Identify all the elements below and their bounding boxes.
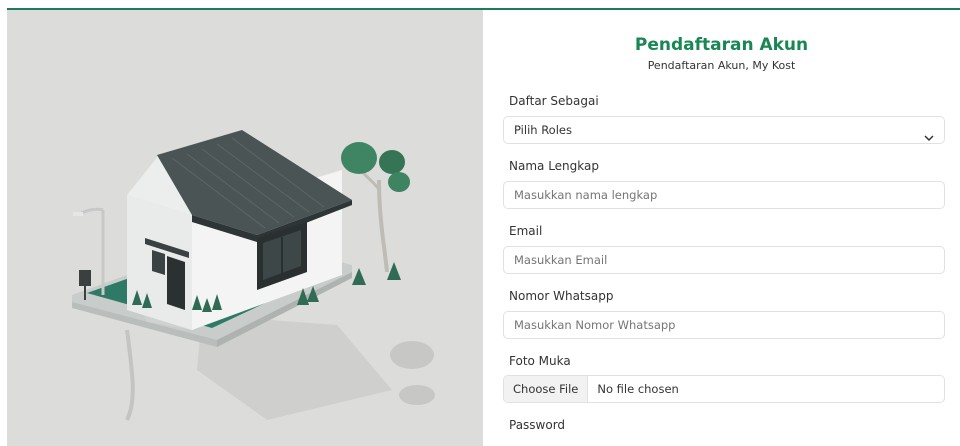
role-select-value: Pilih Roles	[514, 123, 572, 137]
password-label: Password	[509, 418, 566, 432]
role-select[interactable]: Pilih Roles	[503, 116, 945, 144]
name-label: Nama Lengkap	[509, 159, 599, 173]
house-illustration-panel	[7, 10, 483, 446]
photo-file-input[interactable]: Choose File No file chosen	[503, 375, 945, 403]
registration-form-panel: Pendaftaran Akun Pendaftaran Akun, My Ko…	[483, 10, 960, 446]
photo-label: Foto Muka	[509, 354, 571, 368]
chevron-down-icon	[924, 125, 934, 151]
form-title: Pendaftaran Akun	[634, 35, 809, 55]
role-label: Daftar Sebagai	[509, 94, 599, 108]
house-illustration	[72, 130, 435, 421]
whatsapp-input[interactable]	[503, 311, 945, 339]
email-input[interactable]	[503, 246, 945, 274]
page-wrapper: Pendaftaran Akun Pendaftaran Akun, My Ko…	[7, 10, 960, 446]
file-status: No file chosen	[597, 382, 679, 396]
form-subtitle: Pendaftaran Akun, My Kost	[647, 59, 796, 72]
email-label: Email	[509, 224, 543, 238]
name-input[interactable]	[503, 181, 945, 209]
whatsapp-label: Nomor Whatsapp	[509, 289, 614, 303]
choose-file-button[interactable]: Choose File	[504, 376, 589, 402]
